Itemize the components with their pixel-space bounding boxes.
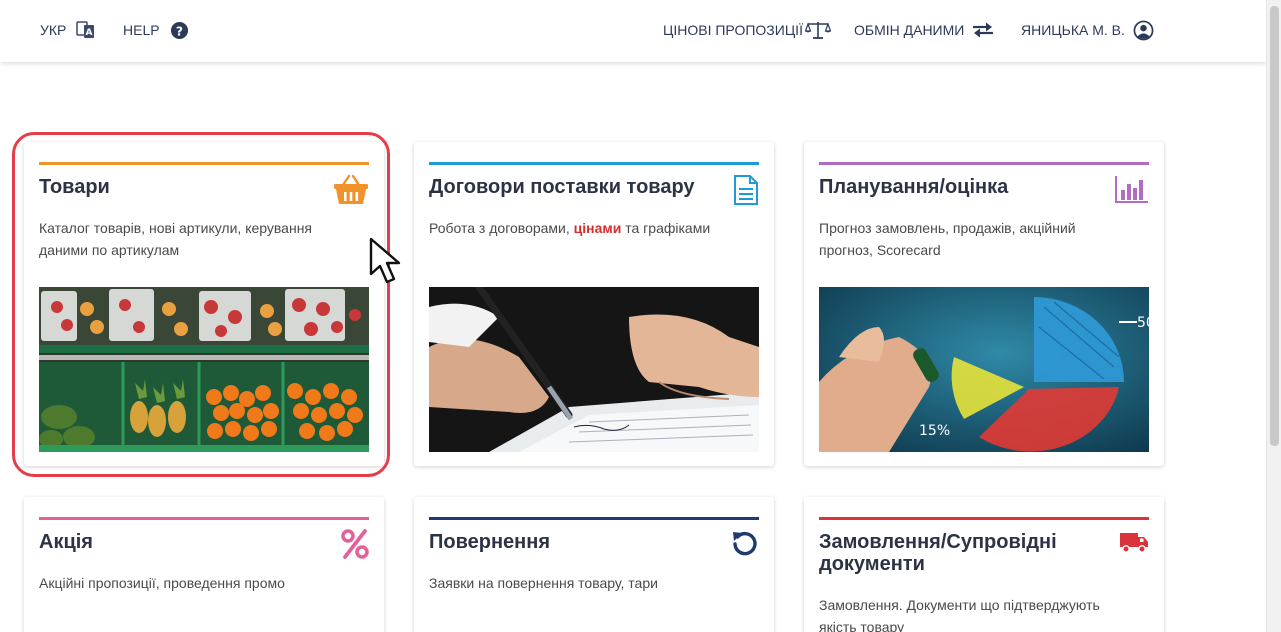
- scrollbar-thumb[interactable]: [1270, 6, 1279, 446]
- help-icon: ?: [170, 21, 189, 40]
- card-accent-bar: [429, 162, 759, 165]
- document-icon: [723, 174, 759, 208]
- user-name: ЯНИЦЬКА М. В.: [1021, 22, 1125, 38]
- help-link[interactable]: HELP ?: [123, 20, 189, 40]
- description-text: Робота з договорами,: [429, 220, 574, 236]
- card-description: Робота з договорами, цінами та графіками: [429, 217, 729, 239]
- card-accent-bar: [39, 517, 369, 520]
- svg-text:A: A: [86, 28, 93, 38]
- card-contracts[interactable]: Договори поставки товару Робота з догово…: [414, 142, 774, 466]
- card-returns[interactable]: Повернення Заявки на повернення товару, …: [414, 497, 774, 632]
- card-title: Повернення: [429, 531, 550, 553]
- svg-text:?: ?: [175, 24, 182, 38]
- card-description: Акційні пропозиції, проведення промо: [39, 575, 285, 591]
- scales-icon: [804, 20, 831, 40]
- produce-shelf-image: [39, 287, 369, 452]
- svg-text:15%: 15%: [919, 423, 950, 439]
- card-description: Заявки на повернення товару, тари: [429, 575, 658, 591]
- card-description: Прогноз замовлень, продажів, акційний пр…: [819, 220, 1076, 258]
- card-title: Замовлення/Супровідні документи: [819, 531, 1057, 575]
- pie-chart-drawing-image: 50 15%: [819, 287, 1149, 452]
- top-navbar: УКР A HELP ? ЦІНОВІ ПРОПОЗИЦІЇ ОБМІН ДАН…: [0, 0, 1266, 62]
- card-title: Товари: [39, 176, 110, 198]
- help-label: HELP: [123, 22, 160, 38]
- description-text: та графіками: [621, 220, 711, 236]
- card-accent-bar: [819, 517, 1149, 520]
- language-switch[interactable]: УКР A: [40, 20, 96, 40]
- language-label: УКР: [40, 22, 67, 38]
- card-planning[interactable]: Планування/оцінка Прогноз замовлень, про…: [804, 142, 1164, 466]
- svg-text:50: 50: [1137, 315, 1149, 331]
- card-accent-bar: [819, 162, 1149, 165]
- bar-chart-icon: [1113, 174, 1149, 208]
- percent-icon: [333, 529, 369, 563]
- card-orders[interactable]: Замовлення/Супровідні документи Замовлен…: [804, 497, 1164, 632]
- price-offers-link[interactable]: ЦІНОВІ ПРОПОЗИЦІЇ: [663, 20, 831, 40]
- page-scrollbar[interactable]: [1266, 0, 1281, 632]
- translate-icon: A: [76, 20, 96, 40]
- card-title: Договори поставки товару: [429, 176, 695, 198]
- data-exchange-link[interactable]: ОБМІН ДАНИМИ: [854, 20, 994, 40]
- undo-icon: [723, 529, 759, 563]
- card-goods[interactable]: Товари Каталог товарів, нові артикули, к…: [24, 142, 384, 466]
- truck-icon: [1113, 529, 1149, 563]
- card-description: Каталог товарів, нові артикули, керуванн…: [39, 220, 313, 258]
- card-promo[interactable]: Акція Акційні пропозиції, проведення про…: [24, 497, 384, 632]
- user-avatar-icon: [1133, 20, 1154, 41]
- exchange-arrows-icon: [972, 21, 994, 39]
- user-menu[interactable]: ЯНИЦЬКА М. В.: [1021, 20, 1154, 40]
- mouse-cursor-icon: [368, 236, 410, 291]
- data-exchange-label: ОБМІН ДАНИМИ: [854, 22, 965, 38]
- card-description: Замовлення. Документи що підтверджують я…: [819, 597, 1100, 632]
- signing-contract-image: [429, 287, 759, 452]
- card-title: Планування/оцінка: [819, 176, 1009, 198]
- basket-icon: [333, 174, 369, 208]
- price-offers-label: ЦІНОВІ ПРОПОЗИЦІЇ: [663, 22, 803, 38]
- description-highlight: цінами: [573, 220, 622, 236]
- card-title: Акція: [39, 531, 93, 553]
- card-accent-bar: [429, 517, 759, 520]
- card-accent-bar: [39, 162, 369, 165]
